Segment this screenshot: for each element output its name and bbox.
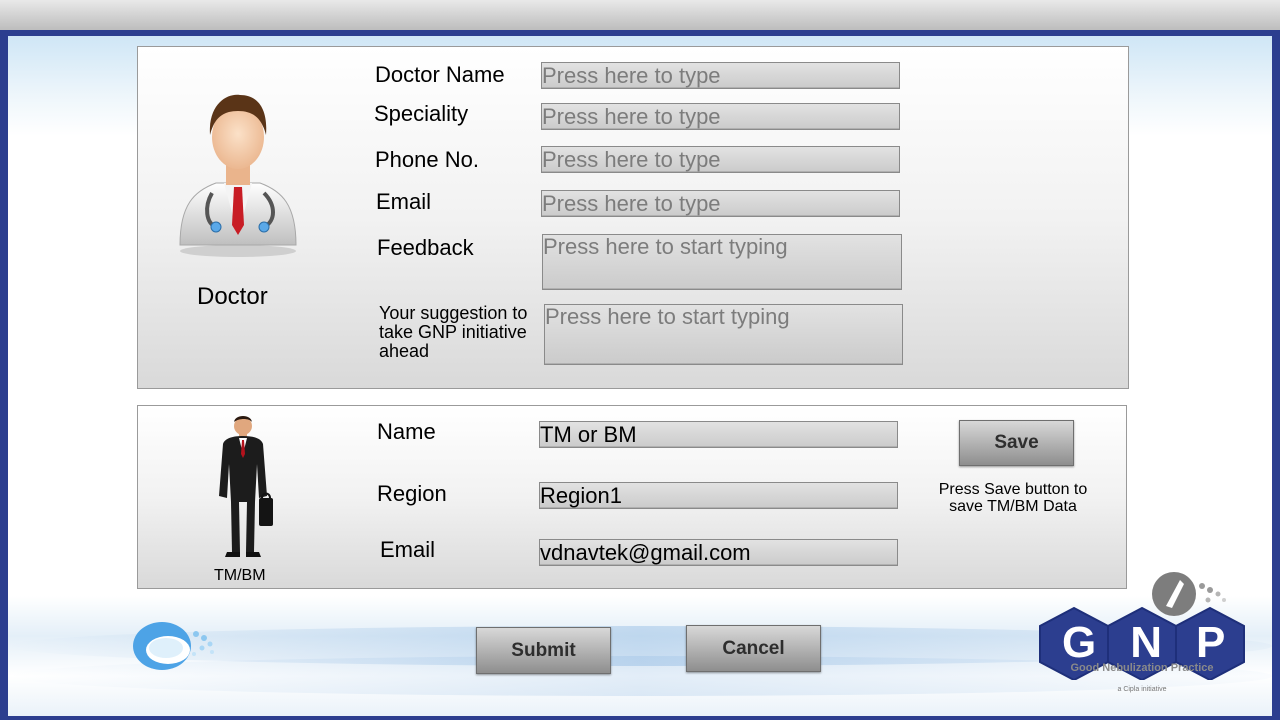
tmbm-email-label: Email	[380, 537, 436, 562]
doctor-name-input[interactable]	[541, 62, 900, 89]
gnp-subline: a Cipla initiative	[1117, 686, 1167, 693]
suggestion-textarea[interactable]	[544, 304, 903, 365]
submit-button[interactable]: Submit	[476, 627, 611, 674]
doctor-name-label: Doctor Name	[375, 62, 505, 87]
suggestion-label: Your suggestion to take GNP initiative a…	[379, 303, 528, 361]
top-bar	[0, 0, 1280, 30]
app-screen: Doctor Doctor Name Speciality Phone No. …	[8, 36, 1272, 716]
phone-label: Phone No.	[375, 147, 479, 172]
region-input[interactable]	[539, 482, 898, 509]
businessman-icon	[219, 416, 273, 557]
gnp-logo: GNP Good Nebulization Practice a Cipla i…	[1034, 566, 1250, 706]
doctor-panel: Doctor Doctor Name Speciality Phone No. …	[137, 46, 1129, 389]
nebulizer-mark-icon	[133, 622, 214, 670]
speciality-label: Speciality	[374, 101, 469, 126]
doctor-email-label: Email	[376, 189, 432, 214]
tmbm-caption: TM/BM	[214, 567, 266, 584]
save-button[interactable]: Save	[959, 420, 1074, 466]
tmbm-name-label: Name	[377, 419, 436, 444]
region-label: Region	[377, 481, 447, 506]
save-hint: Press Save button to save TM/BM Data	[938, 481, 1088, 515]
doctor-caption: Doctor	[197, 283, 268, 310]
tmbm-panel: TM/BM Name Region Email Save Press Save …	[137, 405, 1127, 589]
tmbm-name-input[interactable]	[539, 421, 898, 448]
gnp-tagline: Good Nebulization Practice	[1070, 662, 1214, 674]
phone-input[interactable]	[541, 146, 900, 173]
cancel-button[interactable]: Cancel	[686, 625, 821, 672]
feedback-textarea[interactable]	[542, 234, 902, 290]
doctor-avatar-icon	[179, 94, 297, 257]
feedback-label: Feedback	[377, 235, 474, 260]
speciality-input[interactable]	[541, 103, 900, 130]
doctor-email-input[interactable]	[541, 190, 900, 217]
app-frame: Doctor Doctor Name Speciality Phone No. …	[0, 30, 1280, 720]
tmbm-email-input[interactable]	[539, 539, 898, 566]
